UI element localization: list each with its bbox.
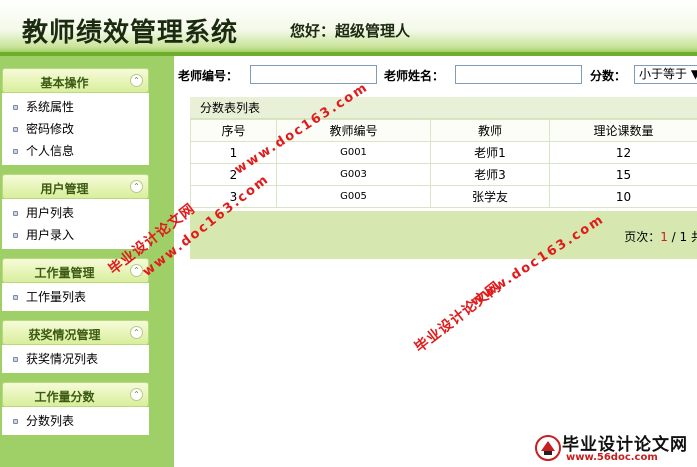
cell-count: 12	[549, 141, 697, 164]
collapse-icon[interactable]: ⌃	[130, 326, 143, 339]
bullet-icon	[13, 357, 18, 362]
collapse-icon[interactable]: ⌃	[130, 388, 143, 401]
table-row[interactable]: 3 G005 张学友 10	[190, 185, 697, 208]
menu-head-label: 获奖情况管理	[28, 328, 101, 342]
pager-tail: 共	[690, 230, 697, 244]
menu-group-basic: 基本操作 ⌃ 系统属性 密码修改 个人信息	[2, 68, 149, 165]
menu-group-awards: 获奖情况管理 ⌃ 获奖情况列表	[2, 320, 149, 373]
menu-head-basic[interactable]: 基本操作 ⌃	[2, 68, 149, 93]
watermark-text: 毕业设计论文网	[411, 278, 505, 356]
sidebar-item-user-add[interactable]: 用户录入	[2, 224, 149, 246]
cell-code: G005	[276, 185, 431, 208]
bullet-icon	[13, 105, 18, 110]
menu-head-label: 基本操作	[40, 76, 89, 90]
menu-head-label: 用户管理	[40, 182, 89, 196]
sidebar-item-user-list[interactable]: 用户列表	[2, 202, 149, 224]
bullet-icon	[13, 149, 18, 154]
pager-area: 页次：1 / 1 共	[190, 211, 697, 259]
teacher-no-input[interactable]	[250, 65, 377, 84]
sidebar-item-label: 个人信息	[26, 144, 75, 158]
sidebar-item-profile[interactable]: 个人信息	[2, 140, 149, 162]
sidebar-item-awards-list[interactable]: 获奖情况列表	[2, 348, 149, 370]
score-compare-select[interactable]: 小于等于 ▼	[634, 65, 697, 84]
teacher-name-input[interactable]	[455, 65, 582, 84]
sidebar-item-password[interactable]: 密码修改	[2, 118, 149, 140]
menu-group-users: 用户管理 ⌃ 用户列表 用户录入	[2, 174, 149, 249]
cell-count: 15	[549, 163, 697, 186]
bullet-icon	[13, 233, 18, 238]
sidebar-item-workload-list[interactable]: 工作量列表	[2, 286, 149, 308]
sidebar-item-label: 工作量列表	[26, 290, 87, 304]
sidebar-item-label: 密码修改	[26, 122, 75, 136]
pager-current[interactable]: 1	[660, 230, 668, 244]
site-logo: 毕业设计论文网 www.56doc.com	[518, 430, 697, 467]
sidebar-item-label: 用户录入	[26, 228, 75, 242]
cell-count: 10	[549, 185, 697, 208]
col-header-teacher: 教师	[430, 119, 550, 142]
user-greeting: 您好：超级管理人	[290, 22, 411, 40]
menu-head-scores[interactable]: 工作量分数 ⌃	[2, 382, 149, 407]
pager-label: 页次：	[624, 230, 661, 244]
pager-separator: /	[667, 230, 680, 244]
menu-head-awards[interactable]: 获奖情况管理 ⌃	[2, 320, 149, 345]
collapse-icon[interactable]: ⌃	[130, 74, 143, 87]
table-header-row: 序号 教师编号 教师 理论课数量	[190, 119, 697, 142]
sidebar-item-score-list[interactable]: 分数列表	[2, 410, 149, 432]
cell-code: G003	[276, 163, 431, 186]
col-header-count: 理论课数量	[549, 119, 697, 142]
app-title: 教师绩效管理系统	[22, 18, 239, 48]
logo-mark-icon	[535, 435, 561, 461]
cell-teacher: 张学友	[430, 185, 550, 208]
bullet-icon	[13, 127, 18, 132]
score-label: 分数：	[590, 69, 627, 83]
bullet-icon	[13, 211, 18, 216]
panel-title: 分数表列表	[190, 97, 697, 119]
teacher-no-label: 老师编号：	[178, 69, 239, 83]
cell-teacher: 老师1	[430, 141, 550, 164]
sidebar-item-label: 系统属性	[26, 100, 75, 114]
bullet-icon	[13, 419, 18, 424]
score-table: 序号 教师编号 教师 理论课数量 1 G001 老师1 12 2 G003 老师…	[190, 119, 697, 208]
pager: 页次：1 / 1 共	[624, 228, 697, 245]
sidebar-item-label: 分数列表	[26, 414, 75, 428]
search-bar: 老师编号： 老师姓名： 分数： 小于等于 ▼	[174, 62, 697, 86]
menu-head-label: 工作量分数	[34, 390, 95, 404]
sidebar-item-label: 获奖情况列表	[26, 352, 99, 366]
menu-group-scores: 工作量分数 ⌃ 分数列表	[2, 382, 149, 435]
bullet-icon	[13, 295, 18, 300]
logo-url: www.56doc.com	[566, 452, 658, 463]
sidebar-item-label: 用户列表	[26, 206, 75, 220]
cell-teacher: 老师3	[430, 163, 550, 186]
col-header-index: 序号	[190, 119, 277, 142]
teacher-name-label: 老师姓名：	[384, 69, 445, 83]
sidebar-item-system-props[interactable]: 系统属性	[2, 96, 149, 118]
cell-code: G001	[276, 141, 431, 164]
menu-head-users[interactable]: 用户管理 ⌃	[2, 174, 149, 199]
collapse-icon[interactable]: ⌃	[130, 180, 143, 193]
app-header: 教师绩效管理系统 您好：超级管理人	[0, 0, 697, 55]
